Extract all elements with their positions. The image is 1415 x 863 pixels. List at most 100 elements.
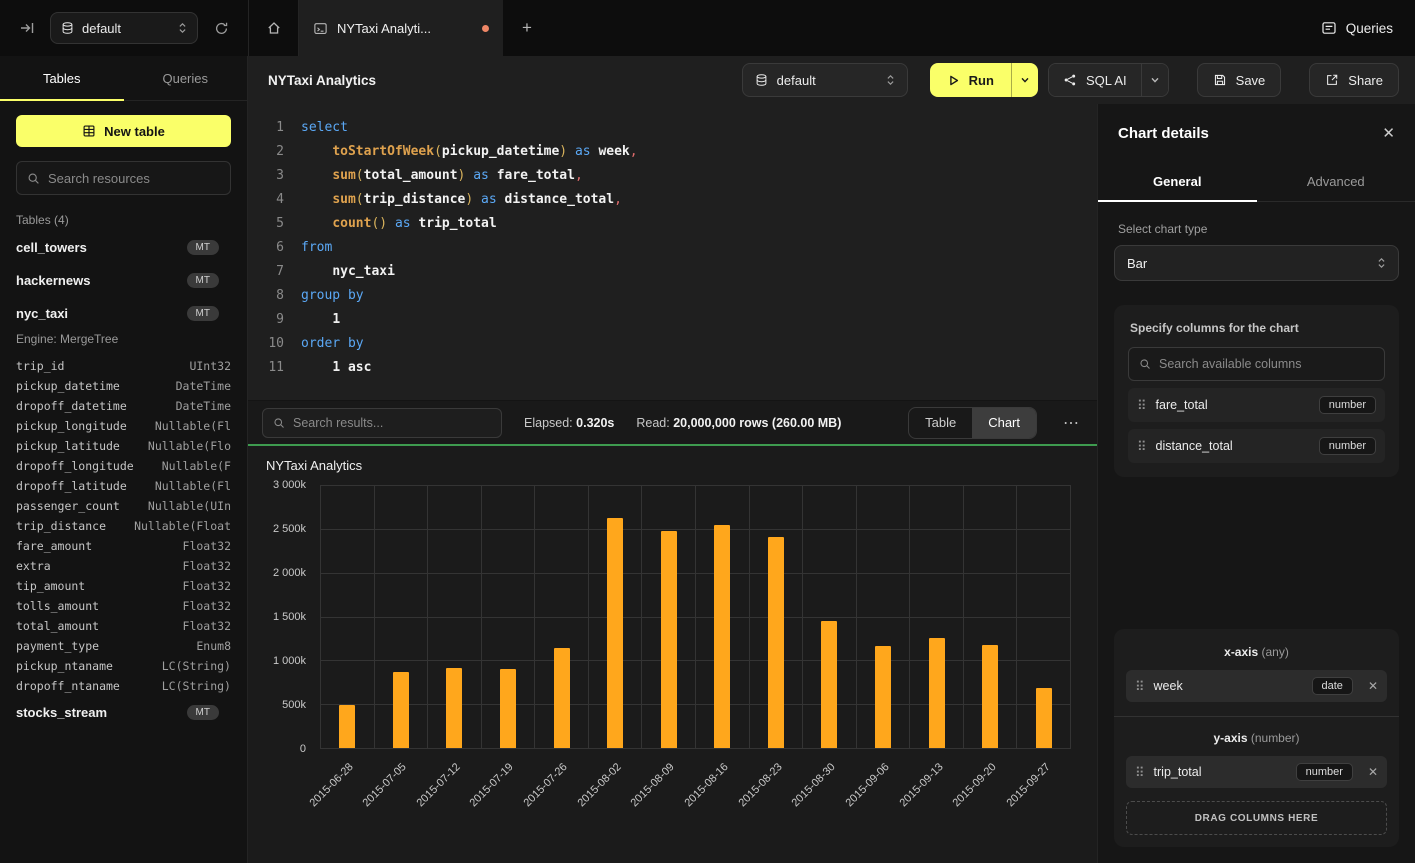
- drag-handle-icon: ⠿: [1137, 399, 1147, 412]
- remove-y-column-icon[interactable]: ✕: [1368, 765, 1378, 779]
- sql-ai-caret[interactable]: [1141, 64, 1168, 96]
- remove-x-column-icon[interactable]: ✕: [1368, 679, 1378, 693]
- tab-nytaxi-analytics[interactable]: NYTaxi Analyti...: [299, 0, 503, 56]
- column-name: dropoff_latitude: [16, 479, 127, 493]
- table-item-cell_towers[interactable]: cell_towersMT: [16, 231, 231, 264]
- search-resources-input[interactable]: [48, 171, 220, 186]
- chart-bar-2015-08-30[interactable]: [821, 621, 837, 748]
- y-axis-chip[interactable]: ⠿ trip_total number ✕: [1126, 756, 1387, 788]
- chart-bar-2015-09-20[interactable]: [982, 645, 998, 748]
- x-axis-type-badge: date: [1312, 677, 1353, 695]
- elapsed-value: 0.320s: [576, 416, 614, 430]
- y-axis-type-badge: number: [1296, 763, 1353, 781]
- search-results-input[interactable]: [293, 416, 491, 430]
- search-columns-input[interactable]: [1159, 357, 1374, 371]
- column-type: LC(String): [162, 659, 231, 673]
- column-type-badge: number: [1319, 437, 1376, 455]
- chart-type-select[interactable]: Bar: [1114, 245, 1399, 281]
- collapse-sidebar-icon[interactable]: [16, 17, 38, 39]
- more-options-icon[interactable]: ⋯: [1059, 413, 1083, 433]
- editor-column: 1select2 toStartOfWeek(pickup_datetime) …: [248, 104, 1097, 863]
- code-line: 8group by: [258, 284, 1097, 308]
- column-row: pickup_ntanameLC(String): [16, 656, 231, 676]
- column-row: pickup_latitudeNullable(Flo: [16, 436, 231, 456]
- tab-general[interactable]: General: [1098, 162, 1257, 201]
- chart-column: [481, 485, 535, 748]
- chart-bar-2015-09-13[interactable]: [929, 638, 945, 748]
- sql-editor[interactable]: 1select2 toStartOfWeek(pickup_datetime) …: [248, 104, 1097, 400]
- topbar-left: default: [0, 0, 248, 56]
- query-controls: default Run: [742, 63, 1399, 97]
- column-name: trip_distance: [16, 519, 106, 533]
- chart-bar-2015-07-12[interactable]: [446, 668, 462, 748]
- share-button[interactable]: Share: [1309, 63, 1399, 97]
- tab-home[interactable]: [249, 0, 299, 56]
- table-item-stocks_stream[interactable]: stocks_streamMT: [16, 696, 231, 729]
- chart-type-value: Bar: [1127, 256, 1377, 271]
- line-number: 7: [258, 260, 284, 284]
- column-type: Float32: [183, 579, 231, 593]
- code-line: 7 nyc_taxi: [258, 260, 1097, 284]
- column-row: dropoff_latitude Nullable(Fl: [16, 476, 231, 496]
- tab-advanced[interactable]: Advanced: [1257, 162, 1415, 201]
- sidebar-tab-tables[interactable]: Tables: [0, 56, 124, 100]
- y-tick-label: 3 000k: [273, 479, 306, 491]
- chart-bar-2015-07-05[interactable]: [393, 672, 409, 748]
- close-icon[interactable]: ✕: [1382, 124, 1395, 142]
- chart-bar-2015-06-28[interactable]: [339, 705, 355, 748]
- table-item-hackernews[interactable]: hackernewsMT: [16, 264, 231, 297]
- chart-bar-2015-07-19[interactable]: [500, 669, 516, 748]
- chart-bar-2015-07-26[interactable]: [554, 648, 570, 748]
- chart-bar-2015-09-27[interactable]: [1036, 688, 1052, 748]
- chevron-updown-icon: [886, 73, 895, 87]
- line-number: 5: [258, 212, 284, 236]
- chart-bar-2015-08-23[interactable]: [768, 537, 784, 748]
- code-line: 2 toStartOfWeek(pickup_datetime) as week…: [258, 140, 1097, 164]
- table-list: cell_towersMThackernewsMTnyc_taxiMTEngin…: [0, 231, 247, 863]
- x-axis-label: x-axis (any): [1126, 645, 1387, 659]
- column-type: Nullable(F: [162, 459, 231, 473]
- chart-bar-2015-08-16[interactable]: [714, 525, 730, 748]
- sql-ai-button[interactable]: SQL AI: [1049, 64, 1141, 96]
- new-table-button[interactable]: New table: [16, 115, 231, 147]
- column-row: dropoff_longitude Nullable(F: [16, 456, 231, 476]
- view-table-button[interactable]: Table: [909, 408, 972, 438]
- drop-zone[interactable]: DRAG COLUMNS HERE: [1126, 801, 1387, 835]
- queries-button[interactable]: Queries: [1321, 20, 1393, 36]
- code-line: 11 1 asc: [258, 356, 1097, 380]
- available-column-distance_total[interactable]: ⠿distance_totalnumber: [1128, 429, 1385, 463]
- run-options-caret[interactable]: [1011, 63, 1038, 97]
- y-axis-hint: (number): [1251, 731, 1300, 745]
- y-axis-label: y-axis (number): [1126, 731, 1387, 745]
- available-column-fare_total[interactable]: ⠿fare_totalnumber: [1128, 388, 1385, 422]
- play-icon: [947, 74, 960, 87]
- chart-bar-2015-08-02[interactable]: [607, 518, 623, 748]
- column-name: pickup_longitude: [16, 419, 127, 433]
- database-icon: [61, 21, 74, 35]
- table-name: nyc_taxi: [16, 306, 68, 321]
- chart-column: [695, 485, 749, 748]
- x-axis-column: week: [1154, 679, 1183, 693]
- save-button[interactable]: Save: [1197, 63, 1282, 97]
- x-axis-chip[interactable]: ⠿ week date ✕: [1126, 670, 1387, 702]
- x-axis-name: x-axis: [1224, 645, 1258, 659]
- new-tab-button[interactable]: +: [503, 0, 551, 56]
- topbar-database-value: default: [82, 21, 170, 36]
- chart-bar-2015-09-06[interactable]: [875, 646, 891, 748]
- available-columns-list: ⠿fare_totalnumber ⠿distance_totalnumber: [1128, 388, 1385, 463]
- sidebar-tab-queries[interactable]: Queries: [124, 56, 248, 100]
- topbar-database-select[interactable]: default: [50, 12, 198, 44]
- column-row: tolls_amountFloat32: [16, 596, 231, 616]
- query-database-select[interactable]: default: [742, 63, 908, 97]
- run-button[interactable]: Run: [930, 63, 1011, 97]
- view-chart-button[interactable]: Chart: [972, 408, 1036, 438]
- refresh-icon[interactable]: [210, 17, 232, 39]
- column-type: Nullable(Fl: [155, 479, 231, 493]
- main-content: 1select2 toStartOfWeek(pickup_datetime) …: [248, 104, 1415, 863]
- unsaved-dot: [482, 25, 489, 32]
- column-row: fare_amountFloat32: [16, 536, 231, 556]
- table-item-nyc_taxi[interactable]: nyc_taxiMT: [16, 297, 231, 330]
- column-name: dropoff_longitude: [16, 459, 134, 473]
- code-line: 10order by: [258, 332, 1097, 356]
- chart-bar-2015-08-09[interactable]: [661, 531, 677, 748]
